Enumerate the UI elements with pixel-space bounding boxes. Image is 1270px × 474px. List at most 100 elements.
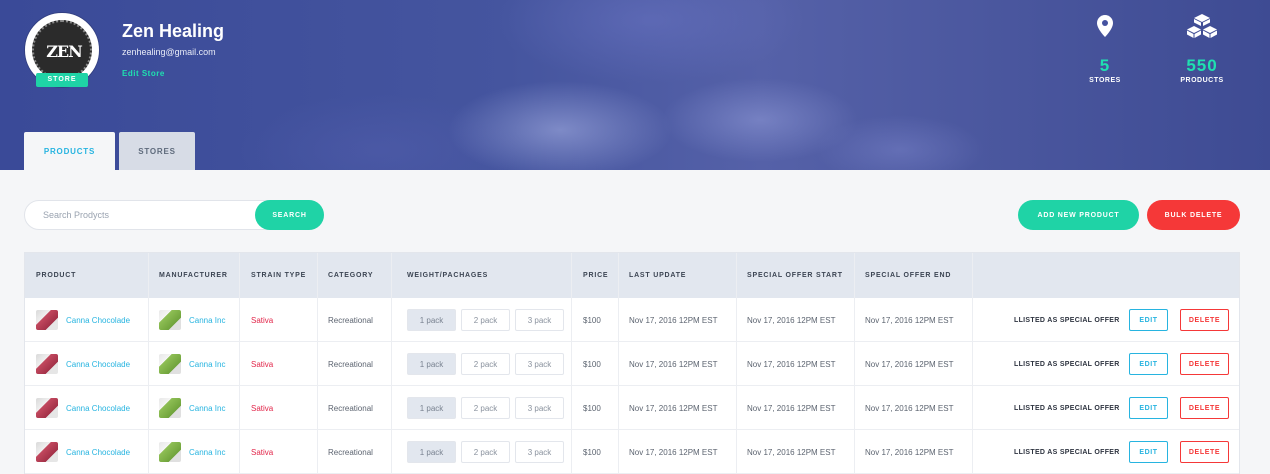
delete-button[interactable]: DELETE xyxy=(1180,353,1229,375)
manufacturer-link[interactable]: Canna Inc xyxy=(189,316,225,325)
pack-option-3[interactable]: 3 pack xyxy=(515,397,564,419)
delete-button[interactable]: DELETE xyxy=(1180,397,1229,419)
edit-store-link[interactable]: Edit Store xyxy=(122,69,165,78)
bulk-delete-button[interactable]: BULK DELETE xyxy=(1147,200,1240,230)
category: Recreational xyxy=(328,403,373,413)
tab-stores[interactable]: STORES xyxy=(119,132,195,170)
table-row: Canna Chocolade Canna Inc Sativa Recreation… xyxy=(25,386,1239,430)
special-offer-label: LLISTED AS SPECIAL OFFER xyxy=(1014,316,1120,324)
category: Recreational xyxy=(328,447,373,457)
strain-type: Sativa xyxy=(251,315,274,325)
price: $100 xyxy=(583,315,601,325)
edit-button[interactable]: EDIT xyxy=(1129,353,1168,375)
manufacturer-link[interactable]: Canna Inc xyxy=(189,360,225,369)
manufacturer-cell: Canna Inc xyxy=(159,342,225,386)
manufacturer-link[interactable]: Canna Inc xyxy=(189,404,225,413)
edit-button[interactable]: EDIT xyxy=(1129,397,1168,419)
logo-seal: ZEN xyxy=(32,20,92,80)
col-manufacturer[interactable]: MANUFACTURER xyxy=(159,253,228,298)
delete-cell: DELETE xyxy=(1180,386,1229,430)
last-update: Nov 17, 2016 12PM EST xyxy=(629,359,718,369)
col-offer-start[interactable]: SPECIAL OFFER START xyxy=(747,253,843,298)
product-thumbnail xyxy=(36,398,58,418)
product-cell: Canna Chocolade xyxy=(36,342,130,386)
price: $100 xyxy=(583,359,601,369)
table-row: Canna Chocolade Canna Inc Sativa Recreation… xyxy=(25,430,1239,474)
pack-selector: 1 pack 2 pack 3 pack xyxy=(407,342,569,386)
stores-stat: 5 STORES xyxy=(1082,12,1128,84)
manufacturer-thumbnail xyxy=(159,398,181,418)
pack-option-1[interactable]: 1 pack xyxy=(407,441,456,463)
last-update: Nov 17, 2016 12PM EST xyxy=(629,447,718,457)
offer-end: Nov 17, 2016 12PM EST xyxy=(865,315,954,325)
table-row: Canna Chocolade Canna Inc Sativa Recreation… xyxy=(25,298,1239,342)
pack-option-2[interactable]: 2 pack xyxy=(461,397,510,419)
pack-option-3[interactable]: 3 pack xyxy=(515,309,564,331)
pack-option-3[interactable]: 3 pack xyxy=(515,353,564,375)
pack-selector: 1 pack 2 pack 3 pack xyxy=(407,298,569,342)
delete-button[interactable]: DELETE xyxy=(1180,441,1229,463)
edit-cell: EDIT xyxy=(1129,430,1168,474)
map-pin-icon xyxy=(1082,12,1128,40)
product-cell: Canna Chocolade xyxy=(36,298,130,342)
col-weight-packages[interactable]: WEIGHT/PACHAGES xyxy=(407,253,488,298)
delete-button[interactable]: DELETE xyxy=(1180,309,1229,331)
last-update: Nov 17, 2016 12PM EST xyxy=(629,315,718,325)
delete-cell: DELETE xyxy=(1180,342,1229,386)
edit-button[interactable]: EDIT xyxy=(1129,441,1168,463)
offer-start: Nov 17, 2016 12PM EST xyxy=(747,447,836,457)
product-thumbnail xyxy=(36,310,58,330)
category: Recreational xyxy=(328,315,373,325)
strain-type: Sativa xyxy=(251,359,274,369)
product-link[interactable]: Canna Chocolade xyxy=(66,404,130,413)
col-strain-type[interactable]: STRAIN TYPE xyxy=(251,253,306,298)
col-price[interactable]: PRICE xyxy=(583,253,608,298)
col-product[interactable]: PRODUCT xyxy=(36,253,76,298)
special-offer-label: LLISTED AS SPECIAL OFFER xyxy=(1014,404,1120,412)
edit-cell: EDIT xyxy=(1129,386,1168,430)
pack-option-2[interactable]: 2 pack xyxy=(461,353,510,375)
store-badge: STORE xyxy=(36,73,88,87)
pack-option-1[interactable]: 1 pack xyxy=(407,309,456,331)
col-last-update[interactable]: LAST UPDATE xyxy=(629,253,686,298)
last-update: Nov 17, 2016 12PM EST xyxy=(629,403,718,413)
offer-end: Nov 17, 2016 12PM EST xyxy=(865,403,954,413)
manufacturer-link[interactable]: Canna Inc xyxy=(189,448,225,457)
pack-option-3[interactable]: 3 pack xyxy=(515,441,564,463)
edit-cell: EDIT xyxy=(1129,342,1168,386)
pack-option-1[interactable]: 1 pack xyxy=(407,397,456,419)
store-name: Zen Healing xyxy=(122,21,225,41)
manufacturer-cell: Canna Inc xyxy=(159,298,225,342)
search-bar: SEARCH xyxy=(24,200,324,230)
product-thumbnail xyxy=(36,442,58,462)
offer-start: Nov 17, 2016 12PM EST xyxy=(747,359,836,369)
strain-type: Sativa xyxy=(251,447,274,457)
special-offer-label: LLISTED AS SPECIAL OFFER xyxy=(1014,360,1120,368)
search-button[interactable]: SEARCH xyxy=(255,200,324,230)
product-thumbnail xyxy=(36,354,58,374)
edit-button[interactable]: EDIT xyxy=(1129,309,1168,331)
manufacturer-thumbnail xyxy=(159,442,181,462)
add-new-product-button[interactable]: ADD NEW PRODUCT xyxy=(1018,200,1139,230)
table-row: Canna Chocolade Canna Inc Sativa Recreation… xyxy=(25,342,1239,386)
products-count: 550 xyxy=(1186,56,1218,75)
product-link[interactable]: Canna Chocolade xyxy=(66,360,130,369)
pack-option-2[interactable]: 2 pack xyxy=(461,441,510,463)
product-link[interactable]: Canna Chocolade xyxy=(66,448,130,457)
pack-option-2[interactable]: 2 pack xyxy=(461,309,510,331)
price: $100 xyxy=(583,403,601,413)
delete-cell: DELETE xyxy=(1180,298,1229,342)
offer-start: Nov 17, 2016 12PM EST xyxy=(747,403,836,413)
products-table: PRODUCT MANUFACTURER STRAIN TYPE CATEGOR… xyxy=(24,252,1240,474)
strain-type: Sativa xyxy=(251,403,274,413)
tab-products[interactable]: PRODUCTS xyxy=(24,132,115,170)
col-category[interactable]: CATEGORY xyxy=(328,253,373,298)
offer-start: Nov 17, 2016 12PM EST xyxy=(747,315,836,325)
manufacturer-cell: Canna Inc xyxy=(159,430,225,474)
delete-cell: DELETE xyxy=(1180,430,1229,474)
col-offer-end[interactable]: SPECIAL OFFER END xyxy=(865,253,951,298)
product-link[interactable]: Canna Chocolade xyxy=(66,316,130,325)
pack-option-1[interactable]: 1 pack xyxy=(407,353,456,375)
pack-selector: 1 pack 2 pack 3 pack xyxy=(407,386,569,430)
stores-count: 5 xyxy=(1099,56,1111,75)
